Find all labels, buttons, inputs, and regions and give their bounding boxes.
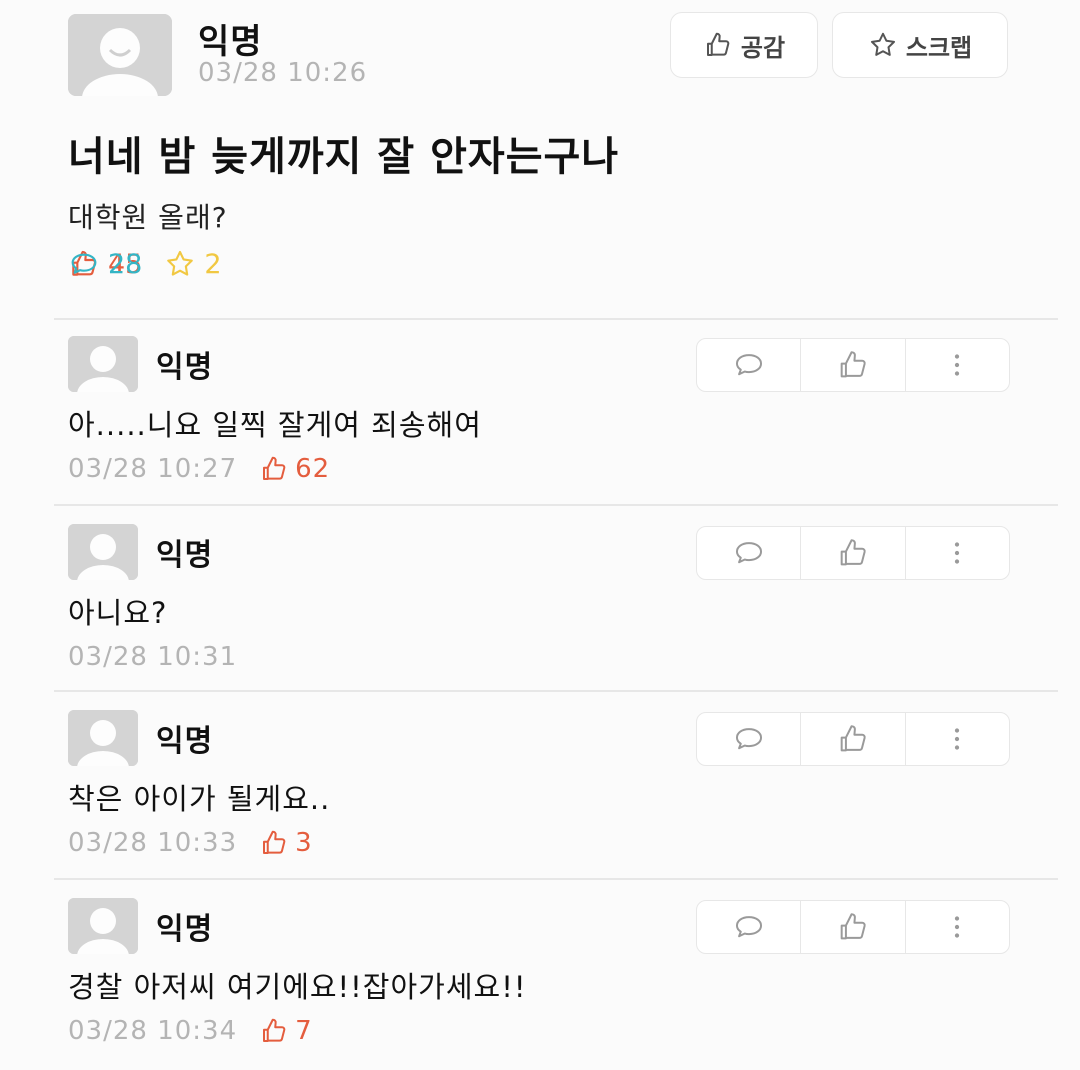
star-icon [870,32,895,56]
comment-author: 익명 [156,724,214,759]
more-vertical-icon [955,542,960,564]
author-avatar [68,14,172,96]
comment-like-count: 3 [259,828,313,858]
avatar-placeholder-icon [68,898,138,954]
comment-like-count-value: 7 [295,1016,313,1046]
comment-item: 익명 아.....니요 일찍 잘게여 죄송해여 03/28 10:27 62 [0,318,1080,504]
comment-text: 착은 아이가 될게요.. [68,782,331,816]
comment-avatar [68,898,138,954]
thumbs-up-icon [263,830,286,854]
avatar-placeholder-icon [68,336,138,392]
reply-button[interactable] [697,527,800,579]
speech-bubble-icon [735,354,762,376]
avatar-placeholder-icon [68,524,138,580]
post-stats: 45 28 2 [68,248,244,280]
comment-meta: 03/28 10:33 3 [68,828,313,858]
reply-button[interactable] [697,339,800,391]
comment-like-count-value: 62 [295,454,331,484]
comment-text: 경찰 아저씨 여기에요!!잡아가세요!! [68,970,527,1004]
speech-bubble-icon [735,728,762,750]
comment-like-count-value: 3 [295,828,313,858]
thumbs-up-icon [840,539,866,566]
speech-bubble-icon [71,253,97,274]
comment-actions [696,338,1010,392]
comment-timestamp: 03/28 10:34 [68,1016,238,1046]
reply-button[interactable] [697,901,800,953]
comment-actions [696,712,1010,766]
like-button-label: 공감 [740,33,786,62]
more-vertical-icon [955,354,960,376]
comment-like-count: 7 [259,1016,313,1046]
comment-text: 아.....니요 일찍 잘게여 죄송해여 [68,408,482,442]
more-button[interactable] [904,339,1009,391]
thumbs-up-icon [840,913,866,940]
comment-author: 익명 [156,538,214,573]
scrap-button-label: 스크랩 [905,33,973,62]
more-vertical-icon [955,728,960,750]
comment-actions [696,526,1010,580]
thumbs-up-icon [263,1018,286,1042]
post-header: 익명 03/28 10:26 공감 스크랩 너네 밤 늦게까지 잘 안자는구나 … [0,0,1080,318]
comment-avatar [68,336,138,392]
avatar-placeholder-icon [68,710,138,766]
comment-meta: 03/28 10:31 [68,642,237,672]
comment-item: 익명 착은 아이가 될게요.. 03/28 10:33 3 [0,692,1080,878]
comment-count-value: 28 [108,248,143,280]
more-button[interactable] [904,713,1009,765]
scrap-button[interactable]: 스크랩 [832,12,1008,78]
more-vertical-icon [955,916,960,938]
post-timestamp: 03/28 10:26 [198,58,368,88]
comment-meta: 03/28 10:27 62 [68,454,330,484]
thumbs-up-icon [840,351,866,378]
comment-like-button[interactable] [800,901,904,953]
comment-author: 익명 [156,912,214,947]
comment-like-button[interactable] [800,713,904,765]
thumbs-up-icon [263,456,286,480]
comment-like-count: 62 [259,454,330,484]
comment-meta: 03/28 10:34 7 [68,1016,313,1046]
reply-button[interactable] [697,713,800,765]
comment-timestamp: 03/28 10:33 [68,828,238,858]
comment-text: 아니요? [68,596,168,630]
comment-avatar [68,710,138,766]
comment-item: 익명 경찰 아저씨 여기에요!!잡아가세요!! 03/28 10:34 7 [0,880,1080,1066]
comment-actions [696,900,1010,954]
comment-avatar [68,524,138,580]
more-button[interactable] [904,901,1009,953]
thumbs-up-icon [706,32,730,56]
speech-bubble-icon [735,916,762,938]
comment-author: 익명 [156,350,214,385]
more-button[interactable] [904,527,1009,579]
like-button[interactable]: 공감 [670,12,818,78]
comment-timestamp: 03/28 10:27 [68,454,238,484]
post-author: 익명 [198,22,263,62]
comment-item: 익명 아니요? 03/28 10:31 [0,506,1080,692]
comment-timestamp: 03/28 10:31 [68,642,238,672]
avatar-placeholder-icon [68,14,172,96]
thumbs-up-icon [840,725,866,752]
speech-bubble-icon [735,542,762,564]
comment-like-button[interactable] [800,527,904,579]
comment-like-button[interactable] [800,339,904,391]
